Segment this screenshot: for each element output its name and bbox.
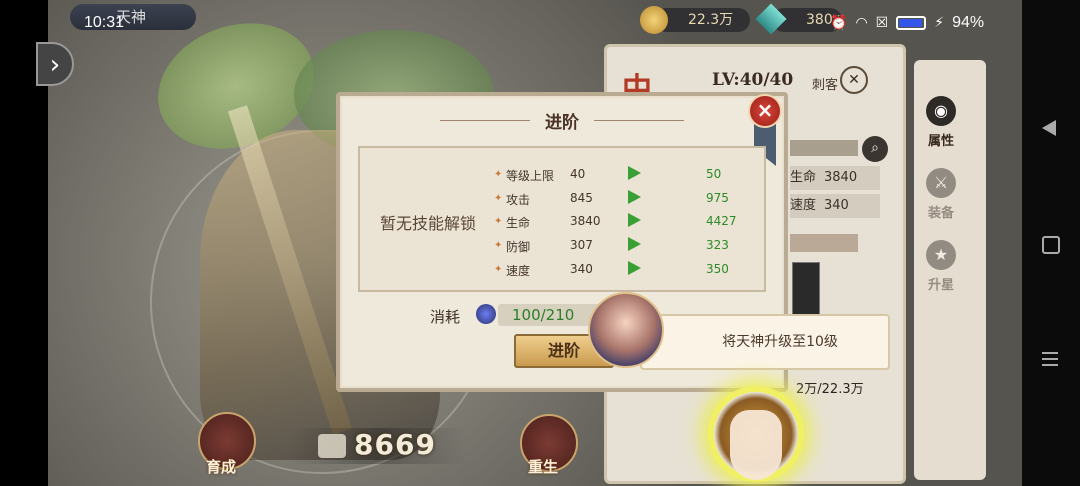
arrow-right-icon xyxy=(628,166,641,180)
tutorial-tip[interactable]: 将天神升级至10级 xyxy=(640,314,890,370)
arrow-right-icon xyxy=(628,261,641,275)
guide-character-avatar xyxy=(588,292,664,368)
close-icon[interactable]: × xyxy=(748,94,782,128)
stat-label: 生命 xyxy=(790,170,817,185)
stat-row: ✦ 防御 307 323 xyxy=(494,237,754,257)
stat-value: 3840 xyxy=(824,170,858,185)
attribute-icon: ◉ xyxy=(926,96,956,126)
stat-current: 3840 xyxy=(570,214,601,228)
stat-next: 350 xyxy=(706,262,729,276)
stat-row: ✦ 速度 340 350 xyxy=(494,261,754,281)
hero-level: LV:40/40 xyxy=(712,70,794,90)
bullet-icon: ✦ xyxy=(494,240,503,251)
upgrade-cost-text: 2万/22.3万 xyxy=(796,382,864,397)
search-icon[interactable]: ⌕ xyxy=(862,136,888,162)
menu-icon[interactable] xyxy=(1042,352,1058,366)
cultivate-label: 育成 xyxy=(206,458,237,476)
stat-current: 340 xyxy=(570,262,593,276)
battery-fill xyxy=(899,19,923,27)
stat-name: 攻击 xyxy=(506,193,531,207)
arrow-right-icon xyxy=(628,213,641,227)
pointer-hand-icon xyxy=(730,410,782,480)
stat-row-hp: 生命 3840 xyxy=(790,166,880,190)
tab-star-up[interactable]: ★ 升星 xyxy=(918,232,964,318)
stat-row-speed: 速度 340 xyxy=(790,194,880,218)
cost-value: 100/210 xyxy=(512,306,575,324)
fist-icon xyxy=(318,434,346,458)
skill-bar xyxy=(790,234,858,252)
stat-row: ✦ 等级上限 40 50 xyxy=(494,166,754,186)
charging-icon: ⚡ xyxy=(934,15,945,31)
battery-icon xyxy=(896,16,927,30)
tab-label: 装备 xyxy=(927,206,954,221)
stat-current: 845 xyxy=(570,191,593,205)
stat-label: 速度 xyxy=(790,198,817,213)
stat-next: 50 xyxy=(706,167,722,181)
home-icon[interactable] xyxy=(1042,236,1060,254)
status-bar: 10:31 ⏰ ◠ ☒ ⚡ 94% xyxy=(0,0,1080,40)
alarm-icon: ⏰ xyxy=(830,15,848,31)
hero-class: 刺客 xyxy=(812,78,839,93)
tab-label: 属性 xyxy=(927,134,954,149)
notification-icon: ☒ xyxy=(875,15,889,31)
arrow-right-icon xyxy=(628,190,641,204)
tab-label: 升星 xyxy=(927,278,954,293)
power-value: 8669 xyxy=(354,428,436,461)
stat-row: ✦ 生命 3840 4427 xyxy=(494,213,754,233)
name-bar xyxy=(790,140,858,156)
stat-name: 防御 xyxy=(506,240,531,254)
arrow-right-icon xyxy=(628,237,641,251)
no-skill-text: 暂无技能解锁 xyxy=(380,214,477,233)
stat-row: ✦ 攻击 845 975 xyxy=(494,190,754,210)
rebirth-label: 重生 xyxy=(528,458,559,476)
back-icon[interactable] xyxy=(1042,120,1056,136)
status-icons: ⏰ ◠ ☒ ⚡ 94% xyxy=(830,14,984,32)
stat-value: 340 xyxy=(824,198,849,213)
stat-current: 40 xyxy=(570,167,586,181)
stat-name: 等级上限 xyxy=(506,169,555,183)
stat-next: 323 xyxy=(706,238,729,252)
bullet-icon: ✦ xyxy=(494,169,503,180)
bullet-icon: ✦ xyxy=(494,216,503,227)
material-orb-icon xyxy=(476,304,496,324)
bullet-icon: ✦ xyxy=(494,193,503,204)
skill-portrait[interactable] xyxy=(792,262,820,318)
battery-percent: 94% xyxy=(952,14,985,31)
assassin-class-icon: ✕ xyxy=(840,66,868,94)
clock: 10:31 xyxy=(84,14,125,31)
bullet-icon: ✦ xyxy=(494,264,503,275)
wifi-icon: ◠ xyxy=(855,15,868,31)
screen: 天神 22.3万 380 › 育成 8669 重生 中 LV:40/40 刺客 … xyxy=(0,0,1080,486)
cost-label: 消耗 xyxy=(430,308,461,326)
stat-next: 975 xyxy=(706,191,729,205)
stat-next: 4427 xyxy=(706,214,737,228)
stat-current: 307 xyxy=(570,238,593,252)
dialog-title: 进阶 xyxy=(545,113,579,133)
star-up-icon: ★ xyxy=(926,240,956,270)
stat-name: 生命 xyxy=(506,216,531,230)
stat-name: 速度 xyxy=(506,264,531,278)
equipment-icon: ⚔ xyxy=(926,168,956,198)
